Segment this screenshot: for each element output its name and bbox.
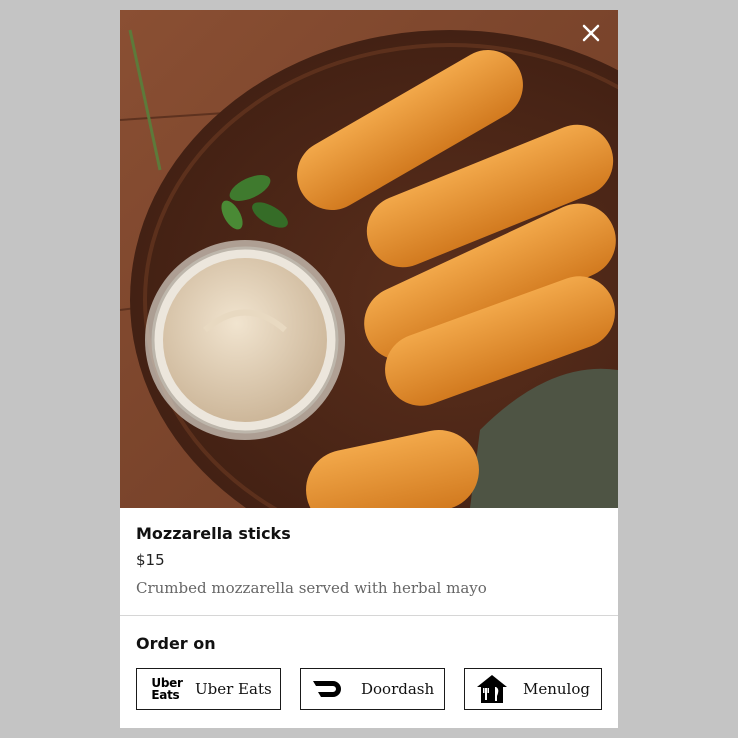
close-icon <box>582 24 600 42</box>
doordash-logo <box>311 680 345 698</box>
menulog-label: Menulog <box>523 680 590 698</box>
menulog-button[interactable]: Menulog <box>464 668 602 710</box>
item-details: Mozzarella sticks $15 Crumbed mozzarella… <box>136 524 602 597</box>
uber-eats-button[interactable]: Uber Eats Uber Eats <box>136 668 281 710</box>
item-modal: Mozzarella sticks $15 Crumbed mozzarella… <box>120 10 618 728</box>
divider <box>120 615 618 616</box>
item-name: Mozzarella sticks <box>136 524 291 543</box>
menulog-logo <box>475 674 509 704</box>
order-on-heading: Order on <box>136 634 216 653</box>
item-price: $15 <box>136 551 165 569</box>
doordash-label: Doordash <box>361 680 435 698</box>
doordash-button[interactable]: Doordash <box>300 668 445 710</box>
uber-eats-logo: Uber Eats <box>151 676 183 702</box>
item-description: Crumbed mozzarella served with herbal ma… <box>136 579 487 597</box>
close-button[interactable] <box>578 20 604 46</box>
item-photo <box>120 10 618 508</box>
uber-eats-label: Uber Eats <box>195 680 272 698</box>
